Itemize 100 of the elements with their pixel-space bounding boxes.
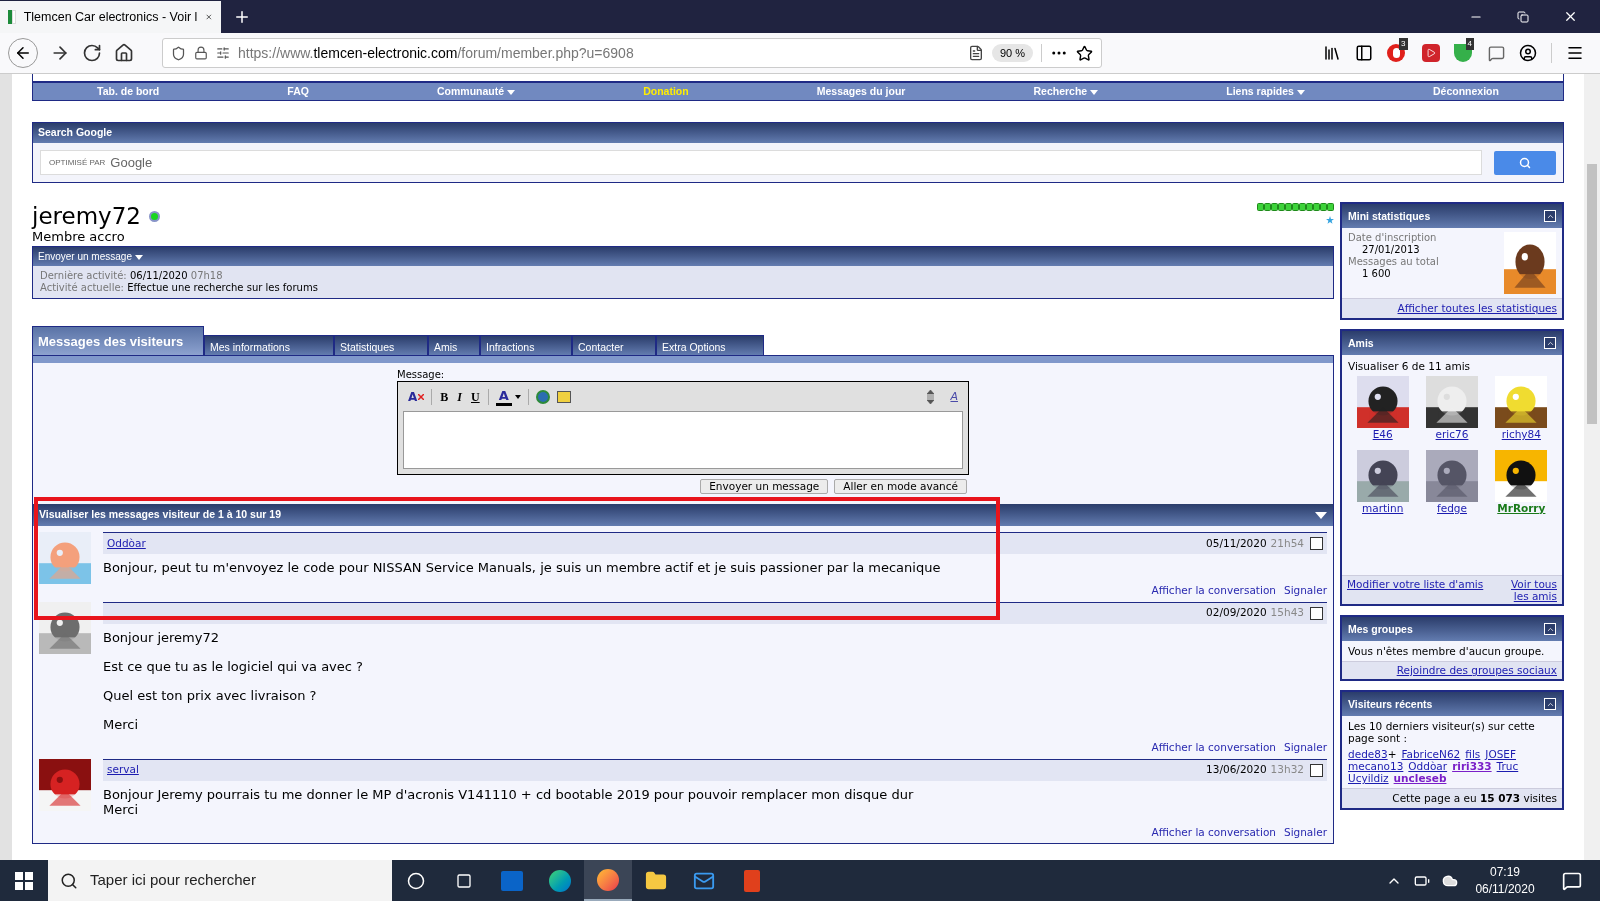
chat-icon[interactable]	[1488, 44, 1505, 62]
collapse-icon[interactable]	[1544, 337, 1556, 349]
task-view-icon[interactable]	[456, 872, 472, 889]
restore-icon[interactable]	[1517, 10, 1529, 23]
office-icon[interactable]	[744, 869, 760, 892]
globe-icon[interactable]	[535, 390, 550, 404]
collapse-icon[interactable]	[1544, 623, 1556, 635]
message-action-link[interactable]: Afficher la conversation	[1151, 739, 1276, 756]
outlook-icon[interactable]	[501, 870, 523, 891]
reload-icon[interactable]	[82, 43, 102, 63]
message-action-link[interactable]: Afficher la conversation	[1151, 824, 1276, 841]
visitor-link[interactable]: FabriceN62	[1401, 748, 1461, 760]
taskbar-clock[interactable]: 07:19 06/11/2020	[1470, 863, 1540, 898]
activity-label: Dernière activité:	[40, 270, 127, 281]
friend-link[interactable]: richy84	[1501, 428, 1541, 440]
friend-link[interactable]: martinn	[1362, 502, 1404, 514]
message-field[interactable]	[403, 411, 963, 469]
messages-heading: Visualiser les messages visiteur de 1 à 10 sur 19	[39, 507, 282, 523]
visitor-link[interactable]: riri333	[1452, 760, 1492, 772]
panel-title: Search Google	[38, 125, 113, 141]
visitor-link[interactable]: JOSEF	[1485, 748, 1516, 760]
author-link[interactable]: Oddòar	[107, 535, 146, 552]
visitor-link[interactable]: Oddòar	[1408, 760, 1448, 772]
visitor-link[interactable]: Ucyildiz	[1348, 772, 1389, 784]
profile-tab[interactable]: Extra Options	[656, 335, 764, 355]
visitor-link[interactable]: fils	[1465, 748, 1481, 760]
friend-link[interactable]: E46	[1372, 428, 1393, 440]
collapse-icon[interactable]	[1544, 210, 1556, 222]
bold-button[interactable]: B	[439, 388, 450, 406]
address-bar[interactable]: https://www.tlemcen-electronic.com/forum/member.php?u=6908 90 %	[162, 38, 1102, 68]
lock-icon	[194, 46, 208, 60]
firefox-button[interactable]	[584, 860, 632, 901]
browser-tab[interactable]: Tlemcen Car electronics - Voir l	[0, 1, 221, 33]
resize-icon[interactable]	[927, 390, 935, 404]
menu-icon[interactable]	[1566, 44, 1584, 62]
author-link[interactable]: serval	[107, 762, 139, 778]
profile-tab[interactable]: Statistiques	[334, 335, 428, 355]
notifications-icon[interactable]	[1562, 870, 1582, 891]
profile-tab[interactable]: Amis	[428, 335, 480, 355]
visitor-link[interactable]: Truc	[1496, 760, 1519, 772]
shield-icon[interactable]	[1453, 44, 1472, 62]
form-button[interactable]: Envoyer un message	[700, 479, 829, 494]
search-button[interactable]	[1494, 150, 1556, 175]
message-time: 21h54	[1270, 535, 1304, 551]
sidebar-icon[interactable]	[1355, 44, 1374, 62]
edge-icon[interactable]	[549, 869, 571, 892]
box-title: Visiteurs récents	[1348, 698, 1433, 710]
count-badge: 3	[1399, 38, 1408, 50]
text-color-button[interactable]: A	[495, 388, 512, 406]
friends-link[interactable]: Voir tous les amis	[1505, 578, 1557, 602]
friends-link[interactable]: Modifier votre liste d'amis	[1347, 578, 1484, 602]
bookmark-icon[interactable]	[1076, 44, 1093, 62]
account-icon[interactable]	[1519, 44, 1537, 62]
image-icon[interactable]	[556, 391, 571, 403]
profile-tab[interactable]: Mes informations	[204, 335, 334, 355]
friend-link[interactable]: fedge	[1437, 502, 1467, 514]
profile-rank: Membre accro	[32, 230, 126, 244]
select-checkbox[interactable]	[1310, 606, 1323, 620]
message-action-link[interactable]: Signaler	[1283, 739, 1327, 756]
folder-icon[interactable]	[645, 869, 667, 892]
friend-link[interactable]: eric76	[1435, 428, 1469, 440]
cortana-icon[interactable]	[407, 871, 425, 890]
message-time: 13h32	[1270, 762, 1304, 778]
video-icon[interactable]	[1421, 44, 1440, 62]
collapse-icon[interactable]	[1544, 698, 1556, 710]
search-field[interactable]: OPTIMISÉ PAR Google	[40, 150, 1482, 175]
select-checkbox[interactable]	[1310, 537, 1323, 550]
underline-button[interactable]: U	[470, 388, 481, 406]
taskbar-search[interactable]: Taper ici pour rechercher	[48, 860, 392, 901]
send-message-menu[interactable]: Envoyer un message	[38, 249, 143, 264]
remove-format-button[interactable]: A	[407, 388, 419, 406]
visitor-link[interactable]: mecano13	[1348, 760, 1404, 772]
stat-value: 1 600	[1361, 268, 1392, 280]
reader-icon[interactable]	[967, 45, 984, 61]
profile-tab[interactable]: Infractions	[480, 335, 572, 355]
search-placeholder: Taper ici pour rechercher	[90, 870, 256, 891]
library-icon[interactable]	[1323, 44, 1342, 62]
visitors-text: Les 10 derniers visiteur(s) sur cette page sont :	[1348, 720, 1536, 744]
profile-tab[interactable]: Contacter	[572, 335, 656, 355]
message-action-link[interactable]: Signaler	[1283, 583, 1327, 599]
message-text: Bonjour, peut tu m'envoyez le code pour NISSAN Service Manuals, je suis un membre actif et je suis passioner par la mecanique	[103, 560, 942, 575]
star-icon	[1326, 216, 1334, 224]
friend-link[interactable]: MrRorry	[1497, 502, 1546, 514]
message-action-link[interactable]: Afficher la conversation	[1151, 583, 1276, 599]
form-button[interactable]: Aller en mode avancé	[834, 479, 967, 494]
collapse-icon[interactable]	[1315, 511, 1327, 519]
visitor-link[interactable]: dede83	[1348, 748, 1388, 760]
message-text: Bonjour jeremy72	[103, 629, 220, 645]
scrollbar[interactable]	[1584, 74, 1600, 860]
message-action-link[interactable]: Signaler	[1283, 824, 1327, 841]
close-icon[interactable]	[1563, 9, 1578, 24]
home-icon[interactable]	[114, 43, 134, 63]
caret-icon[interactable]	[514, 395, 521, 399]
zoom-badge[interactable]: 90 %	[991, 43, 1033, 63]
message-date: 02/09/2020	[1206, 605, 1267, 621]
visitor-link[interactable]: uncleseb	[1393, 772, 1447, 784]
adblock-icon[interactable]	[1387, 44, 1406, 62]
select-checkbox[interactable]	[1310, 763, 1323, 777]
font-size-button[interactable]: A	[949, 388, 959, 406]
italic-button[interactable]: I	[456, 388, 463, 406]
